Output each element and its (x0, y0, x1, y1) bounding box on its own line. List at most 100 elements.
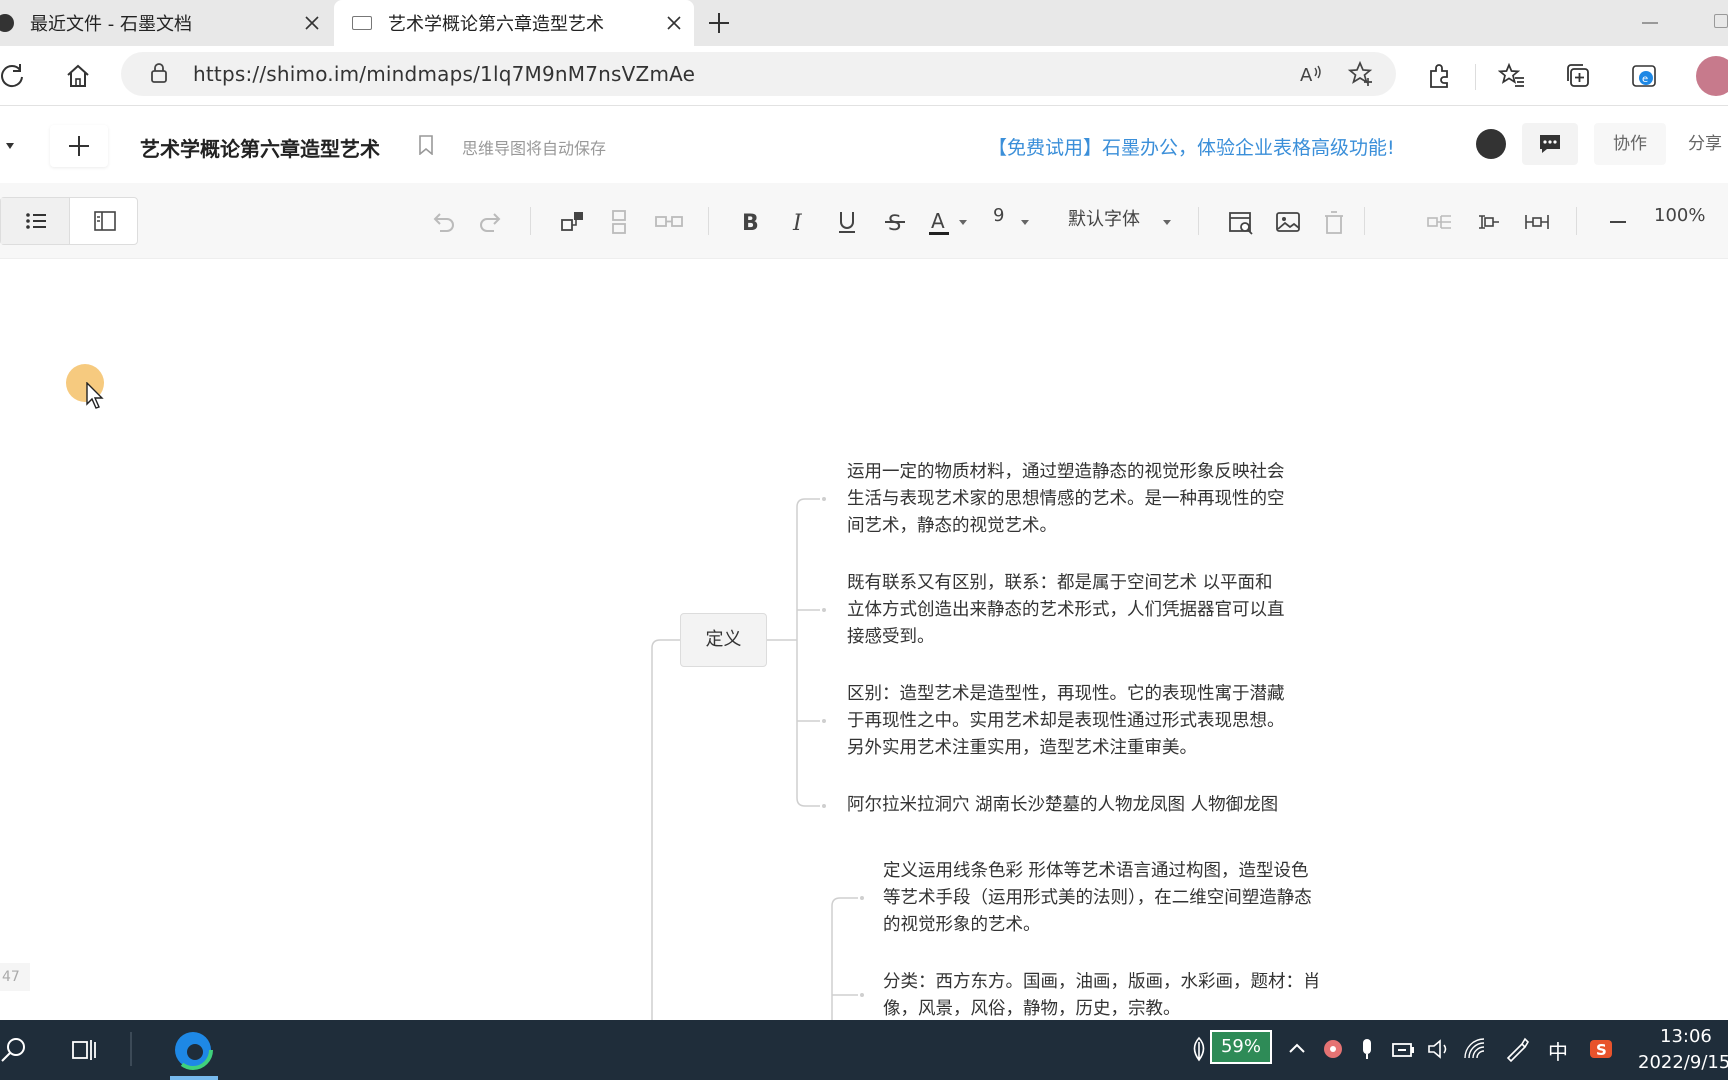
leaf-text-line: 定义运用线条色彩 形体等艺术语言通过构图，造型设色 (883, 861, 1309, 881)
search-node-icon[interactable] (1226, 207, 1256, 237)
url-text: https://shimo.im/mindmaps/1lq7M9nM7nsVZm… (193, 62, 696, 86)
bold-icon[interactable]: B (735, 207, 765, 237)
read-aloud-icon[interactable]: A (1297, 60, 1325, 88)
lock-icon[interactable] (147, 61, 171, 85)
volume-icon[interactable] (1426, 1036, 1452, 1062)
collections-icon[interactable] (1564, 62, 1592, 90)
svg-text:A: A (1300, 65, 1313, 86)
underline-icon[interactable] (832, 207, 862, 237)
close-tab-icon[interactable] (664, 13, 684, 33)
add-favorite-icon[interactable] (1347, 60, 1375, 88)
mindmap-leaf-node[interactable]: 分类：西方东方。国画，油画，版画，水彩画，题材：肖 像，风景，风俗，静物，历史，… (883, 969, 1321, 1023)
add-button[interactable] (50, 125, 108, 167)
mindmap-leaf-node[interactable]: 阿尔拉米拉洞穴 湖南长沙楚墓的人物龙凤图 人物御龙图 (847, 792, 1278, 819)
mindmap-node-definition[interactable]: 定义 (680, 613, 767, 667)
font-size-select[interactable]: 9 (993, 205, 1004, 226)
promo-link[interactable]: 【免费试用】石墨办公，体验企业表格高级功能! (988, 133, 1395, 160)
wifi-icon[interactable] (1462, 1036, 1488, 1062)
sogou-input-icon[interactable]: S (1588, 1036, 1614, 1062)
leaf-text-line: 接感受到。 (847, 627, 935, 647)
leaf-text-line: 生活与表现艺术家的思想情感的艺术。是一种再现性的空 (847, 489, 1285, 509)
pen-icon[interactable] (1504, 1036, 1530, 1062)
tab-recent-files[interactable]: 最近文件 - 石墨文档 (0, 0, 332, 46)
chevron-down-icon[interactable] (959, 220, 967, 225)
fit-layout-icon[interactable] (1522, 207, 1552, 237)
flower-app-icon[interactable] (1320, 1036, 1346, 1062)
chat-icon (1540, 135, 1560, 153)
favorites-icon[interactable] (1498, 62, 1526, 90)
share-button[interactable]: 分享 (1676, 123, 1728, 165)
search-icon[interactable] (0, 1036, 28, 1064)
outline-view-button[interactable] (1, 198, 70, 244)
mouse-pointer-icon (86, 382, 104, 409)
extensions-icon[interactable] (1425, 62, 1453, 90)
leaf-text-line: 于再现性之中。实用艺术却是表现性通过形式表现思想。 (847, 711, 1285, 731)
leaf-text-line: 立体方式创造出来静态的艺术形式，人们凭据器官可以直 (847, 600, 1285, 620)
font-family-select[interactable]: 默认字体 (1068, 205, 1140, 231)
battery-indicator[interactable]: 59% (1210, 1030, 1272, 1064)
ie-mode-icon[interactable]: e (1630, 62, 1658, 90)
editor-toolbar: B I S A 9 默认字体 100% (0, 183, 1728, 259)
chevron-down-icon[interactable] (1021, 220, 1029, 225)
browser-toolbar: https://shimo.im/mindmaps/1lq7M9nM7nsVZm… (0, 46, 1728, 106)
zoom-out-icon[interactable] (1610, 221, 1626, 223)
svg-text:e: e (1642, 74, 1648, 85)
chevron-up-icon[interactable] (1284, 1036, 1310, 1062)
maximize-window-icon[interactable] (1714, 14, 1728, 28)
mindmap-leaf-node[interactable]: 区别：造型艺术是造型性，再现性。它的表现性寓于潜藏 于再现性之中。实用艺术却是表… (847, 681, 1285, 762)
mindmap-view-button[interactable] (71, 198, 139, 244)
zoom-level[interactable]: 100% (1654, 205, 1705, 226)
chevron-down-icon[interactable] (1163, 220, 1171, 225)
redo-icon[interactable] (476, 207, 506, 237)
new-tab-icon[interactable] (706, 10, 732, 36)
add-child-node-icon[interactable] (558, 207, 588, 237)
input-method-indicator[interactable]: 中 (1548, 1036, 1568, 1065)
undo-icon[interactable] (428, 207, 458, 237)
microphone-icon[interactable] (1354, 1036, 1380, 1062)
close-tab-icon[interactable] (302, 13, 322, 33)
edge-browser-icon[interactable] (168, 1024, 218, 1076)
leaf-icon[interactable] (1186, 1036, 1212, 1062)
autosave-hint: 思维导图将自动保存 (462, 139, 607, 158)
divider (1364, 207, 1365, 235)
browser-tab-strip: 最近文件 - 石墨文档 艺术学概论第六章造型艺术 (0, 0, 1728, 46)
leaf-text-line: 间艺术，静态的视觉艺术。 (847, 516, 1057, 536)
task-view-icon[interactable] (70, 1036, 98, 1064)
address-bar[interactable]: https://shimo.im/mindmaps/1lq7M9nM7nsVZm… (121, 52, 1396, 96)
add-parent-node-icon[interactable] (654, 207, 684, 237)
app-header: 艺术学概论第六章造型艺术 思维导图将自动保存 【免费试用】石墨办公，体验企业表格… (0, 107, 1728, 183)
user-avatar[interactable] (1476, 129, 1506, 159)
add-sibling-node-icon[interactable] (606, 207, 636, 237)
divider (1198, 207, 1199, 235)
svg-text:I: I (792, 211, 803, 236)
mindmap-leaf-node[interactable]: 既有联系又有区别，联系：都是属于空间艺术 以平面和 立体方式创造出来静态的艺术形… (847, 570, 1285, 651)
power-icon[interactable] (1390, 1036, 1416, 1062)
comments-button[interactable] (1522, 123, 1578, 165)
bookmark-icon[interactable] (418, 135, 434, 155)
document-title[interactable]: 艺术学概论第六章造型艺术 (140, 133, 380, 162)
delete-icon[interactable] (1319, 207, 1349, 237)
mindmap-favicon-icon (352, 16, 372, 30)
leaf-text-line: 区别：造型艺术是造型性，再现性。它的表现性寓于潜藏 (847, 684, 1285, 704)
menu-caret-icon[interactable] (6, 143, 14, 149)
profile-avatar[interactable] (1696, 56, 1728, 96)
home-icon[interactable] (64, 62, 92, 90)
refresh-icon[interactable] (0, 62, 26, 90)
clock-time[interactable]: 13:06 (1660, 1026, 1712, 1047)
collaborate-button[interactable]: 协作 (1594, 123, 1666, 165)
insert-image-icon[interactable] (1273, 207, 1303, 237)
divider (1475, 64, 1476, 90)
collapse-node-icon[interactable] (1425, 207, 1455, 237)
minimize-window-icon[interactable] (1642, 22, 1658, 24)
italic-icon[interactable]: I (784, 207, 814, 237)
mindmap-leaf-node[interactable]: 定义运用线条色彩 形体等艺术语言通过构图，造型设色 等艺术手段（运用形式美的法则… (883, 858, 1312, 939)
balance-layout-icon[interactable] (1474, 207, 1504, 237)
text-color-icon[interactable]: A (924, 207, 954, 237)
strikethrough-icon[interactable]: S (880, 207, 910, 237)
mindmap-leaf-node[interactable]: 运用一定的物质材料，通过塑造静态的视觉形象反映社会 生活与表现艺术家的思想情感的… (847, 459, 1285, 540)
divider (708, 207, 709, 235)
active-app-indicator (170, 1076, 218, 1080)
divider (1576, 207, 1577, 235)
clock-date[interactable]: 2022/9/15 (1638, 1052, 1728, 1073)
tab-mindmap-doc[interactable]: 艺术学概论第六章造型艺术 (334, 0, 694, 46)
